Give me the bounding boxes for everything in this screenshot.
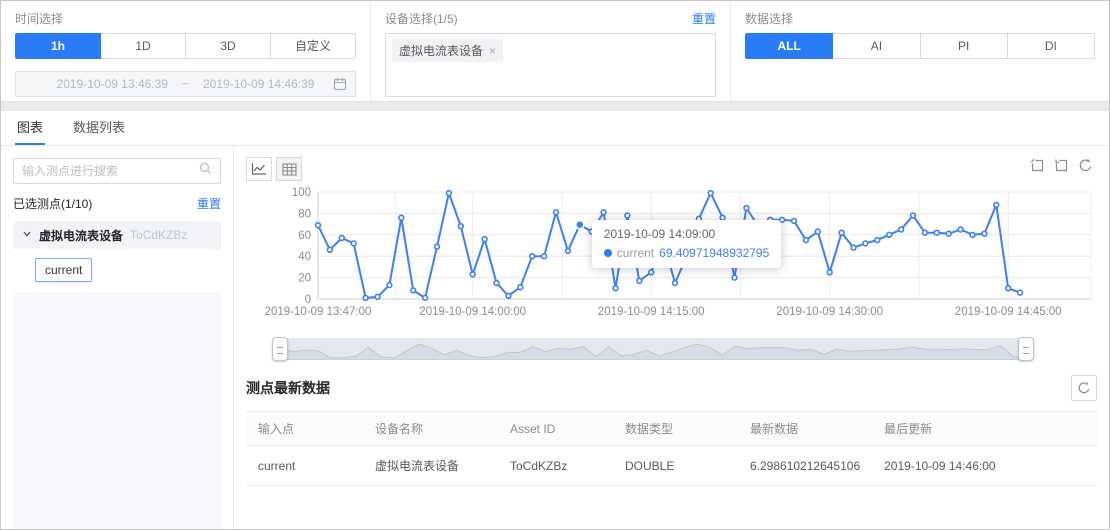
point-search-box: [13, 158, 221, 184]
device-group-body: current: [13, 249, 221, 292]
svg-text:100: 100: [292, 187, 311, 199]
device-group-name: 虚拟电流表设备: [39, 227, 123, 244]
zoom-reset-icon[interactable]: [1054, 158, 1069, 178]
device-group-id: ToCdKZBz: [130, 228, 187, 242]
date-end: 2019-10-09 14:46:39: [203, 77, 314, 91]
svg-text:2019-10-09 14:00:00: 2019-10-09 14:00:00: [419, 306, 526, 318]
data-option-DI[interactable]: DI: [1007, 33, 1095, 59]
datazoom-left-handle[interactable]: [272, 337, 288, 361]
points-sidebar: 已选测点(1/10) 重置 虚拟电流表设备 ToCdKZBz current: [1, 146, 234, 530]
latest-col-5: 最后更新: [872, 412, 1097, 446]
calendar-icon: [333, 77, 347, 94]
restore-icon[interactable]: [1078, 158, 1093, 178]
refresh-button[interactable]: [1071, 375, 1097, 401]
points-reset-link[interactable]: 重置: [197, 195, 221, 212]
latest-col-2: Asset ID: [498, 412, 613, 446]
tooltip-series-name: current: [617, 246, 654, 260]
date-start: 2019-10-09 13:46:39: [57, 77, 168, 91]
point-search-input[interactable]: [22, 164, 199, 178]
svg-text:0: 0: [305, 294, 311, 306]
device-filter-section: 设备选择(1/5) 重置 虚拟电流表设备 ×: [371, 1, 731, 101]
time-option-1D[interactable]: 1D: [100, 33, 186, 59]
time-option-3D[interactable]: 3D: [185, 33, 271, 59]
latest-data-section: 测点最新数据 输入点设备名称Asset ID数据类型最新数据最后更新 curre…: [246, 375, 1097, 486]
tab-data-list[interactable]: 数据列表: [71, 117, 127, 145]
device-tag-label: 虚拟电流表设备: [399, 42, 483, 59]
chart-pane: 0 20 40 60 80 100 2019-10-09 13:47:00 2019-10-0…: [234, 146, 1109, 530]
filter-bar: 时间选择 1h1D3D自定义 2019-10-09 13:46:39 ~ 201…: [1, 1, 1109, 101]
latest-cell-2: ToCdKZBz: [498, 446, 613, 486]
data-type-button-group: ALLAIPIDI: [745, 33, 1095, 59]
latest-col-1: 设备名称: [363, 412, 498, 446]
time-option-1h[interactable]: 1h: [15, 33, 101, 59]
svg-text:40: 40: [298, 251, 311, 263]
chart-tooltip: 2019-10-09 14:09:00 current 69.409719489…: [592, 220, 781, 268]
device-group-header[interactable]: 虚拟电流表设备 ToCdKZBz: [13, 221, 221, 249]
latest-cell-0: current: [246, 446, 363, 486]
points-tree: 虚拟电流表设备 ToCdKZBz current: [13, 221, 221, 530]
line-chart-view-button[interactable]: [246, 157, 272, 181]
data-option-PI[interactable]: PI: [920, 33, 1008, 59]
data-filter-section: 数据选择 ALLAIPIDI: [731, 1, 1109, 101]
svg-text:80: 80: [298, 208, 311, 220]
datazoom-slider[interactable]: [272, 337, 1034, 361]
svg-text:2019-10-09 14:30:00: 2019-10-09 14:30:00: [776, 306, 883, 318]
chart-toolbox: [1030, 158, 1093, 178]
latest-cell-1: 虚拟电流表设备: [363, 446, 498, 486]
tab-chart[interactable]: 图表: [15, 117, 45, 145]
device-reset-link[interactable]: 重置: [692, 10, 716, 27]
tree-empty-area: [13, 292, 221, 530]
tag-close-icon[interactable]: ×: [489, 44, 496, 58]
latest-cell-3: DOUBLE: [613, 446, 738, 486]
time-option-自定义[interactable]: 自定义: [270, 33, 356, 59]
latest-col-3: 数据类型: [613, 412, 738, 446]
date-separator: ~: [182, 77, 189, 91]
data-filter-label: 数据选择: [745, 10, 793, 27]
device-filter-label: 设备选择(1/5): [385, 10, 458, 27]
svg-text:2019-10-09 14:15:00: 2019-10-09 14:15:00: [598, 306, 705, 318]
datazoom-silhouette: [280, 338, 1026, 360]
main-panel: 图表数据列表 已选测点(1/10) 重置: [1, 111, 1109, 530]
section-divider-band: [1, 101, 1109, 111]
svg-text:2019-10-09 14:45:00: 2019-10-09 14:45:00: [955, 306, 1062, 318]
series-dot-icon: [604, 249, 612, 257]
latest-data-title: 测点最新数据: [246, 378, 330, 398]
device-tag: 虚拟电流表设备 ×: [392, 39, 503, 62]
tab-bar: 图表数据列表: [1, 111, 1109, 146]
datazoom-right-handle[interactable]: [1018, 337, 1034, 361]
svg-text:60: 60: [298, 230, 311, 242]
latest-data-table: 输入点设备名称Asset ID数据类型最新数据最后更新 current虚拟电流表…: [246, 411, 1097, 486]
tooltip-series-value: 69.40971948932795: [659, 246, 769, 260]
time-filter-section: 时间选择 1h1D3D自定义 2019-10-09 13:46:39 ~ 201…: [1, 1, 371, 101]
latest-cell-5: 2019-10-09 14:46:00: [872, 446, 1097, 486]
latest-cell-4: 6.298610212645106: [738, 446, 872, 486]
time-range-button-group: 1h1D3D自定义: [15, 33, 356, 59]
app-frame: 时间选择 1h1D3D自定义 2019-10-09 13:46:39 ~ 201…: [0, 0, 1110, 530]
point-chip-current[interactable]: current: [35, 258, 92, 282]
table-row: current虚拟电流表设备ToCdKZBzDOUBLE6.2986102126…: [246, 446, 1097, 486]
tooltip-time: 2019-10-09 14:09:00: [604, 227, 769, 241]
data-option-AI[interactable]: AI: [832, 33, 920, 59]
data-option-ALL[interactable]: ALL: [745, 33, 833, 59]
date-range-input[interactable]: 2019-10-09 13:46:39 ~ 2019-10-09 14:46:3…: [15, 71, 356, 97]
time-filter-label: 时间选择: [15, 10, 63, 27]
svg-text:20: 20: [298, 273, 311, 285]
device-select-box[interactable]: 虚拟电流表设备 ×: [385, 33, 716, 97]
latest-col-0: 输入点: [246, 412, 363, 446]
chevron-down-icon: [22, 226, 32, 244]
chart-view-toolbar: [246, 156, 1097, 182]
data-table-view-button[interactable]: [276, 157, 302, 181]
svg-text:2019-10-09 13:47:00: 2019-10-09 13:47:00: [265, 306, 372, 318]
selected-points-label: 已选测点(1/10): [13, 195, 92, 212]
search-icon: [199, 162, 212, 180]
datazoom-track[interactable]: [280, 338, 1026, 360]
chart-area[interactable]: 0 20 40 60 80 100 2019-10-09 13:47:00 2019-10-0…: [246, 186, 1097, 327]
zoom-select-icon[interactable]: [1030, 158, 1045, 178]
latest-col-4: 最新数据: [738, 412, 872, 446]
